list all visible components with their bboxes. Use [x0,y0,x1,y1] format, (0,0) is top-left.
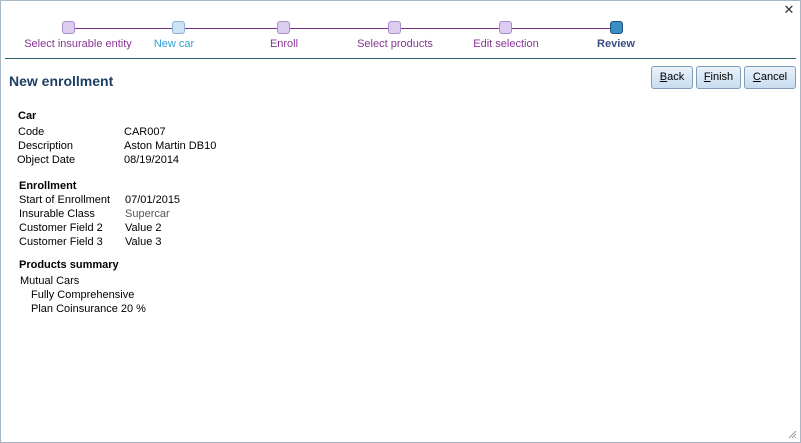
insurable-class-value: Supercar [125,208,170,220]
step-label: Select insurable entity [24,38,132,50]
enrollment-heading: Enrollment [19,180,77,192]
header-divider [5,58,796,59]
close-icon[interactable]: ✕ [783,3,795,17]
insurable-class-label: Insurable Class [19,208,95,220]
customer-field-2-value: Value 2 [125,222,162,234]
car-object-date-label: Object Date [17,154,76,166]
step-dot-done [62,21,75,34]
wizard-line [69,28,617,29]
cancel-accel: C [752,71,761,83]
customer-field-2-label: Customer Field 2 [19,222,103,234]
step-label: Select products [357,38,433,50]
cancel-button[interactable]: Cancel [744,66,796,89]
finish-button[interactable]: Finish [696,66,741,89]
step-label: Enroll [269,38,299,50]
start-of-enrollment-label: Start of Enrollment [19,194,111,206]
finish-label: inish [710,71,734,83]
start-of-enrollment-value: 07/01/2015 [125,194,181,206]
step-dot-done [499,21,512,34]
back-label: ack [667,71,685,83]
car-object-date-value: 08/19/2014 [124,154,180,166]
car-code-value: CAR007 [124,126,166,138]
page-title: New enrollment [9,73,114,89]
back-accel: B [659,71,668,83]
step-dot-done [277,21,290,34]
finish-accel: F [703,71,711,83]
wizard-progress: Select insurable entity New car Enroll S… [1,19,801,55]
car-code-label: Code [18,126,45,138]
product-provider: Mutual Cars [20,275,80,287]
step-label: Review [597,38,635,50]
step-dot-done [388,21,401,34]
enrollment-dialog: ✕ Select insurable entity New car Enroll… [0,0,801,443]
product-item: Fully Comprehensive [31,289,135,301]
car-description-label: Description [18,140,74,152]
customer-field-3-label: Customer Field 3 [19,236,103,248]
step-label: Edit selection [473,38,539,50]
step-dot-current [172,21,185,34]
back-button[interactable]: Back [651,66,693,89]
car-heading: Car [18,110,37,122]
products-summary-heading: Products summary [19,259,119,271]
product-item: Plan Coinsurance 20 % [31,303,146,315]
car-description-value: Aston Martin DB10 [124,140,217,152]
step-label: New car [153,38,195,50]
step-dot-review [610,21,623,34]
customer-field-3-value: Value 3 [125,236,162,248]
resize-grip-icon[interactable] [787,429,797,439]
cancel-label: ancel [760,71,788,83]
